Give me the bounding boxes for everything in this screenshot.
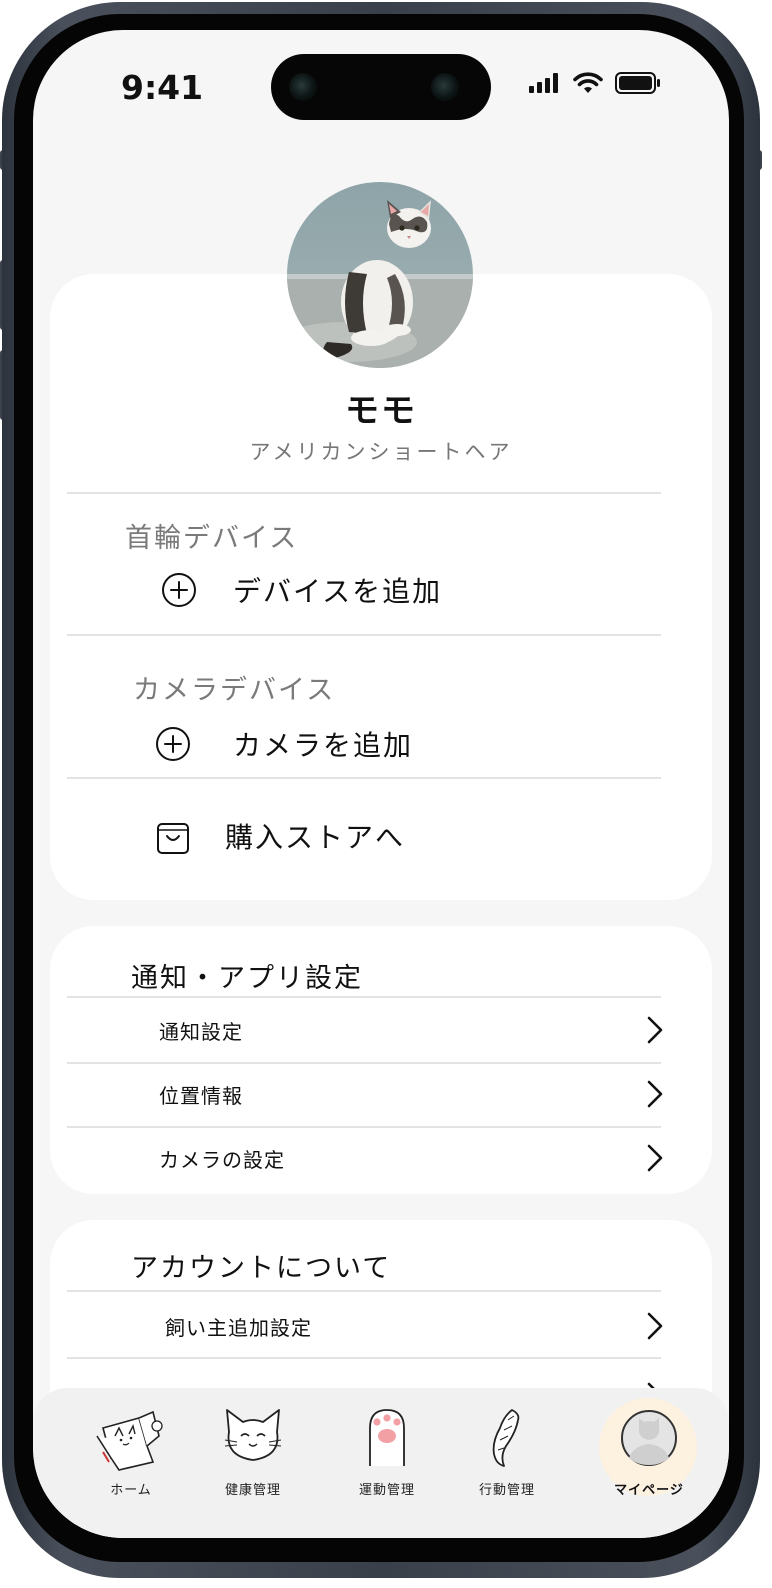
divider: [67, 1357, 661, 1359]
settings-item-camera[interactable]: カメラの設定: [84, 1126, 678, 1190]
divider: [67, 492, 661, 494]
chevron-right-icon: [647, 1016, 663, 1044]
chevron-right-icon: [647, 1144, 663, 1172]
store-button[interactable]: 購入ストアへ: [155, 816, 405, 856]
profile-avatar-icon: [621, 1410, 677, 1466]
add-camera-label: カメラを追加: [233, 729, 414, 762]
tab-health-label: 健康管理: [224, 1483, 281, 1498]
tab-health[interactable]: 健康管理: [193, 1388, 313, 1508]
chevron-right-icon: [647, 1080, 663, 1108]
shopping-bag-icon: [157, 823, 189, 854]
screen: 9:41 モモ アメリカンショートヘア 首輪デバイス デバイスを追加 カメラデバ…: [33, 30, 729, 1538]
plus-circle-icon: [156, 727, 190, 761]
settings-item-label: 通知設定: [159, 1020, 243, 1044]
cat-face-icon: [224, 1409, 282, 1461]
account-title: アカウントについて: [131, 1253, 392, 1284]
battery-icon: [615, 72, 660, 94]
tab-behavior-label: 行動管理: [478, 1483, 535, 1498]
add-device-label: デバイスを追加: [233, 575, 443, 608]
cat-paw-icon: [369, 1409, 405, 1466]
front-camera-icon: [289, 73, 317, 101]
divider: [67, 1290, 661, 1292]
pet-name: モモ: [345, 391, 417, 431]
cat-tail-icon: [492, 1409, 520, 1467]
add-camera-button[interactable]: カメラを追加: [155, 724, 413, 764]
tab-mypage[interactable]: マイページ: [589, 1388, 709, 1508]
store-label: 購入ストアへ: [225, 821, 406, 854]
chevron-right-icon: [647, 1312, 663, 1340]
settings-item-label: カメラの設定: [159, 1148, 285, 1172]
divider: [67, 634, 661, 636]
camera-device-label: カメラデバイス: [133, 675, 336, 706]
signal-icon: [529, 73, 558, 93]
sensor-icon: [431, 73, 459, 101]
add-device-button[interactable]: デバイスを追加: [161, 570, 442, 610]
divider: [67, 777, 661, 779]
account-item-owner[interactable]: 飼い主追加設定: [84, 1294, 678, 1358]
plus-circle-icon: [162, 573, 196, 607]
tab-home-label: ホーム: [110, 1483, 152, 1498]
settings-item-location[interactable]: 位置情報: [84, 1062, 678, 1126]
pet-breed: アメリカンショートヘア: [249, 440, 513, 464]
pet-avatar[interactable]: [287, 182, 473, 368]
tab-exercise[interactable]: 運動管理: [327, 1388, 447, 1508]
tab-exercise-label: 運動管理: [358, 1483, 415, 1498]
settings-item-notification[interactable]: 通知設定: [84, 998, 678, 1062]
tab-home[interactable]: ホーム: [71, 1388, 191, 1508]
tab-mypage-label: マイページ: [614, 1483, 684, 1498]
wifi-icon: [573, 72, 603, 93]
status-time: 9:41: [121, 68, 204, 107]
settings-title: 通知・アプリ設定: [131, 963, 363, 994]
dynamic-island: [271, 54, 491, 120]
cat-photo: [287, 182, 473, 368]
settings-item-label: 位置情報: [159, 1084, 243, 1108]
status-icons: [529, 72, 661, 94]
tab-bar: ホーム 健康管理 運動管理 行動管理 マイページ: [33, 1388, 729, 1538]
phone-mockup: 9:41 モモ アメリカンショートヘア 首輪デバイス デバイスを追加 カメラデバ…: [0, 0, 772, 1588]
account-item-label: 飼い主追加設定: [165, 1316, 312, 1340]
collar-device-label: 首輪デバイス: [125, 523, 299, 554]
cat-in-box-icon: [96, 1410, 163, 1471]
tab-behavior[interactable]: 行動管理: [447, 1388, 567, 1508]
